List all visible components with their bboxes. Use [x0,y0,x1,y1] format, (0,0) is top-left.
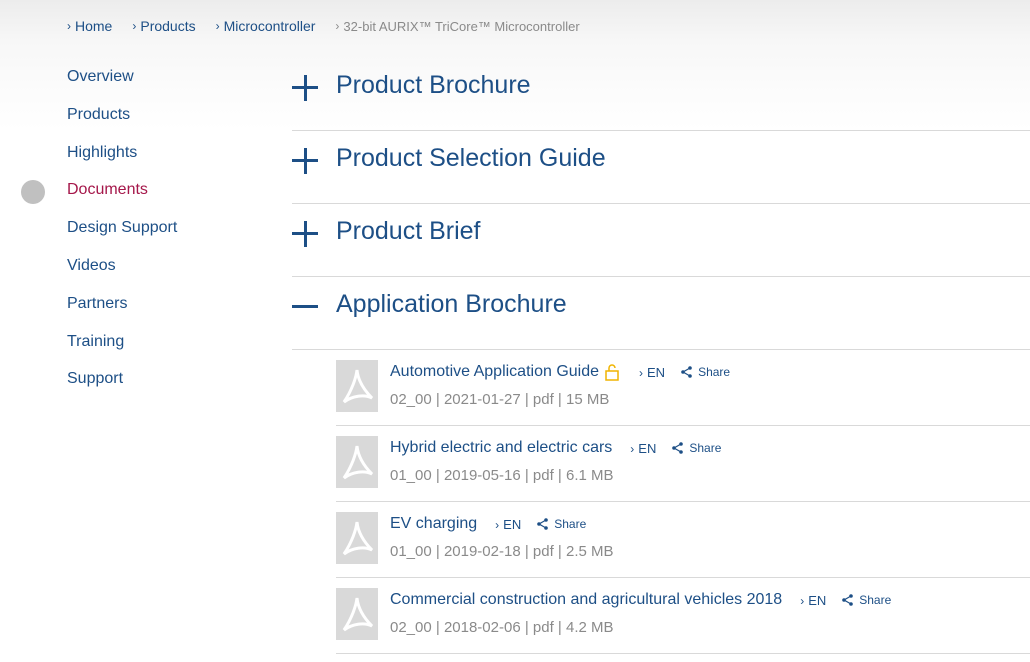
accordion-product-brochure[interactable]: Product Brochure [292,57,1030,131]
document-row: Hybrid electric and electric cars › EN Sh… [336,425,1030,502]
breadcrumb-label: 32-bit AURIX™ TriCore™ Microcontroller [343,18,580,34]
share-label: Share [698,365,731,379]
breadcrumb-current: › 32-bit AURIX™ TriCore™ Microcontroller [335,18,579,34]
breadcrumb-microcontroller[interactable]: › Microcontroller [216,18,316,34]
language-label: EN [808,592,827,608]
accordion-title: Application Brochure [336,290,567,318]
share-label: Share [859,593,892,607]
sidebar-item-partners[interactable]: Partners [67,291,177,329]
pdf-file-icon[interactable] [336,360,378,412]
plus-icon[interactable] [292,75,318,101]
share-icon [681,366,692,378]
share-label: Share [689,441,722,455]
share-icon [672,442,684,454]
language-link[interactable]: › EN [495,517,521,532]
chevron-right-icon: › [800,593,805,608]
accordion-product-brief[interactable]: Product Brief [292,203,1030,277]
accordion-product-selection-guide[interactable]: Product Selection Guide [292,130,1030,204]
chevron-right-icon: › [215,19,220,33]
document-row: Commercial construction and agricultural… [336,577,1030,654]
document-row: EV charging › EN Share 01_00 | 2019-02-18… [336,501,1030,578]
chevron-right-icon: › [495,517,500,532]
plus-icon[interactable] [292,148,318,174]
unlock-icon [603,363,621,381]
document-title-link[interactable]: Commercial construction and agricultural… [390,591,782,609]
accordion-title: Product Selection Guide [336,144,606,172]
language-label: EN [638,440,657,456]
document-meta: 02_00 | 2018-02-06 | pdf | 4.2 MB [390,619,614,636]
pdf-file-icon[interactable] [336,588,378,640]
share-icon [842,594,854,606]
plus-icon[interactable] [292,221,318,247]
accordion-title: Product Brief [336,217,481,245]
share-button[interactable]: Share [537,517,586,531]
breadcrumb: › Home › Products › Microcontroller › 32-bit… [67,18,600,34]
pdf-file-icon[interactable] [336,436,378,488]
chevron-right-icon: › [630,441,635,456]
breadcrumb-home[interactable]: › Home [67,18,112,34]
document-title-link[interactable]: EV charging [390,515,477,533]
document-title-link[interactable]: Automotive Application Guide [390,363,599,381]
cursor-indicator [21,180,45,204]
sidebar-item-documents[interactable]: Documents [67,177,177,215]
breadcrumb-products[interactable]: › Products [132,18,195,34]
share-button[interactable]: Share [672,441,721,455]
sidebar-item-training[interactable]: Training [67,329,177,367]
share-button[interactable]: Share [681,365,730,379]
breadcrumb-label: Products [140,18,196,34]
chevron-right-icon: › [639,365,644,380]
share-label: Share [554,517,587,531]
sidebar-item-videos[interactable]: Videos [67,253,177,291]
breadcrumb-label: Home [75,18,113,34]
sidebar-item-overview[interactable]: Overview [67,64,177,102]
minus-icon[interactable] [292,294,318,320]
document-title-link[interactable]: Hybrid electric and electric cars [390,439,612,457]
language-link[interactable]: › EN [639,365,665,380]
language-label: EN [503,516,522,532]
document-meta: 02_00 | 2021-01-27 | pdf | 15 MB [390,391,610,408]
sidebar-item-highlights[interactable]: Highlights [67,140,177,178]
chevron-right-icon: › [132,19,137,33]
share-button[interactable]: Share [842,593,891,607]
document-row: Automotive Application Guide › EN Share 0… [336,349,1030,426]
sidebar-nav: Overview Products Highlights Documents D… [67,64,177,404]
language-link[interactable]: › EN [630,441,656,456]
share-icon [537,518,549,530]
sidebar-item-products[interactable]: Products [67,102,177,140]
language-link[interactable]: › EN [800,593,826,608]
sidebar-item-design-support[interactable]: Design Support [67,215,177,253]
accordion-application-brochure[interactable]: Application Brochure [292,276,1030,350]
document-meta: 01_00 | 2019-02-18 | pdf | 2.5 MB [390,543,614,560]
chevron-right-icon: › [67,19,71,33]
chevron-right-icon: › [335,19,340,33]
pdf-file-icon[interactable] [336,512,378,564]
accordion-title: Product Brochure [336,71,531,99]
document-meta: 01_00 | 2019-05-16 | pdf | 6.1 MB [390,467,614,484]
language-label: EN [647,364,666,380]
breadcrumb-label: Microcontroller [223,18,316,34]
sidebar-item-support[interactable]: Support [67,366,177,404]
